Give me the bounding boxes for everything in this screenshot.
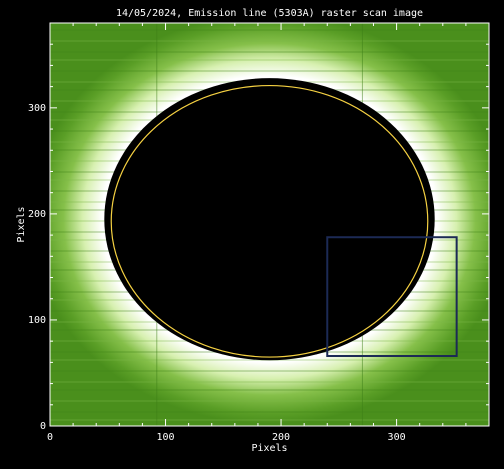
raster-streak [50,411,489,413]
y-axis-label: Pixels [16,206,27,242]
y-tick-label: 100 [28,315,46,326]
x-tick-label: 300 [388,432,406,443]
raster-streak [50,51,489,53]
raster-streak [50,40,489,42]
raster-streak [50,59,489,61]
raster-streak [50,70,489,72]
y-tick-label: 0 [40,421,46,432]
raster-streak [50,370,489,372]
raster-streak [50,419,489,421]
y-tick-label: 200 [28,209,46,220]
raster-streak [50,29,489,31]
x-tick-label: 0 [47,432,53,443]
chart-figure: 0 100 200 300 0 100 200 300 14/05/2024, Emissi… [0,0,504,469]
y-tick-label: 300 [28,103,46,114]
x-tick-label: 100 [156,432,174,443]
raster-streak [50,381,489,383]
raster-streak [50,400,489,402]
x-axis-label: Pixels [251,443,287,454]
plot-area [50,23,489,426]
raster-streak [50,389,489,391]
x-tick-label: 200 [272,432,290,443]
occulting-disk [104,78,435,361]
chart-title: 14/05/2024, Emission line (5303A) raster… [116,8,423,19]
